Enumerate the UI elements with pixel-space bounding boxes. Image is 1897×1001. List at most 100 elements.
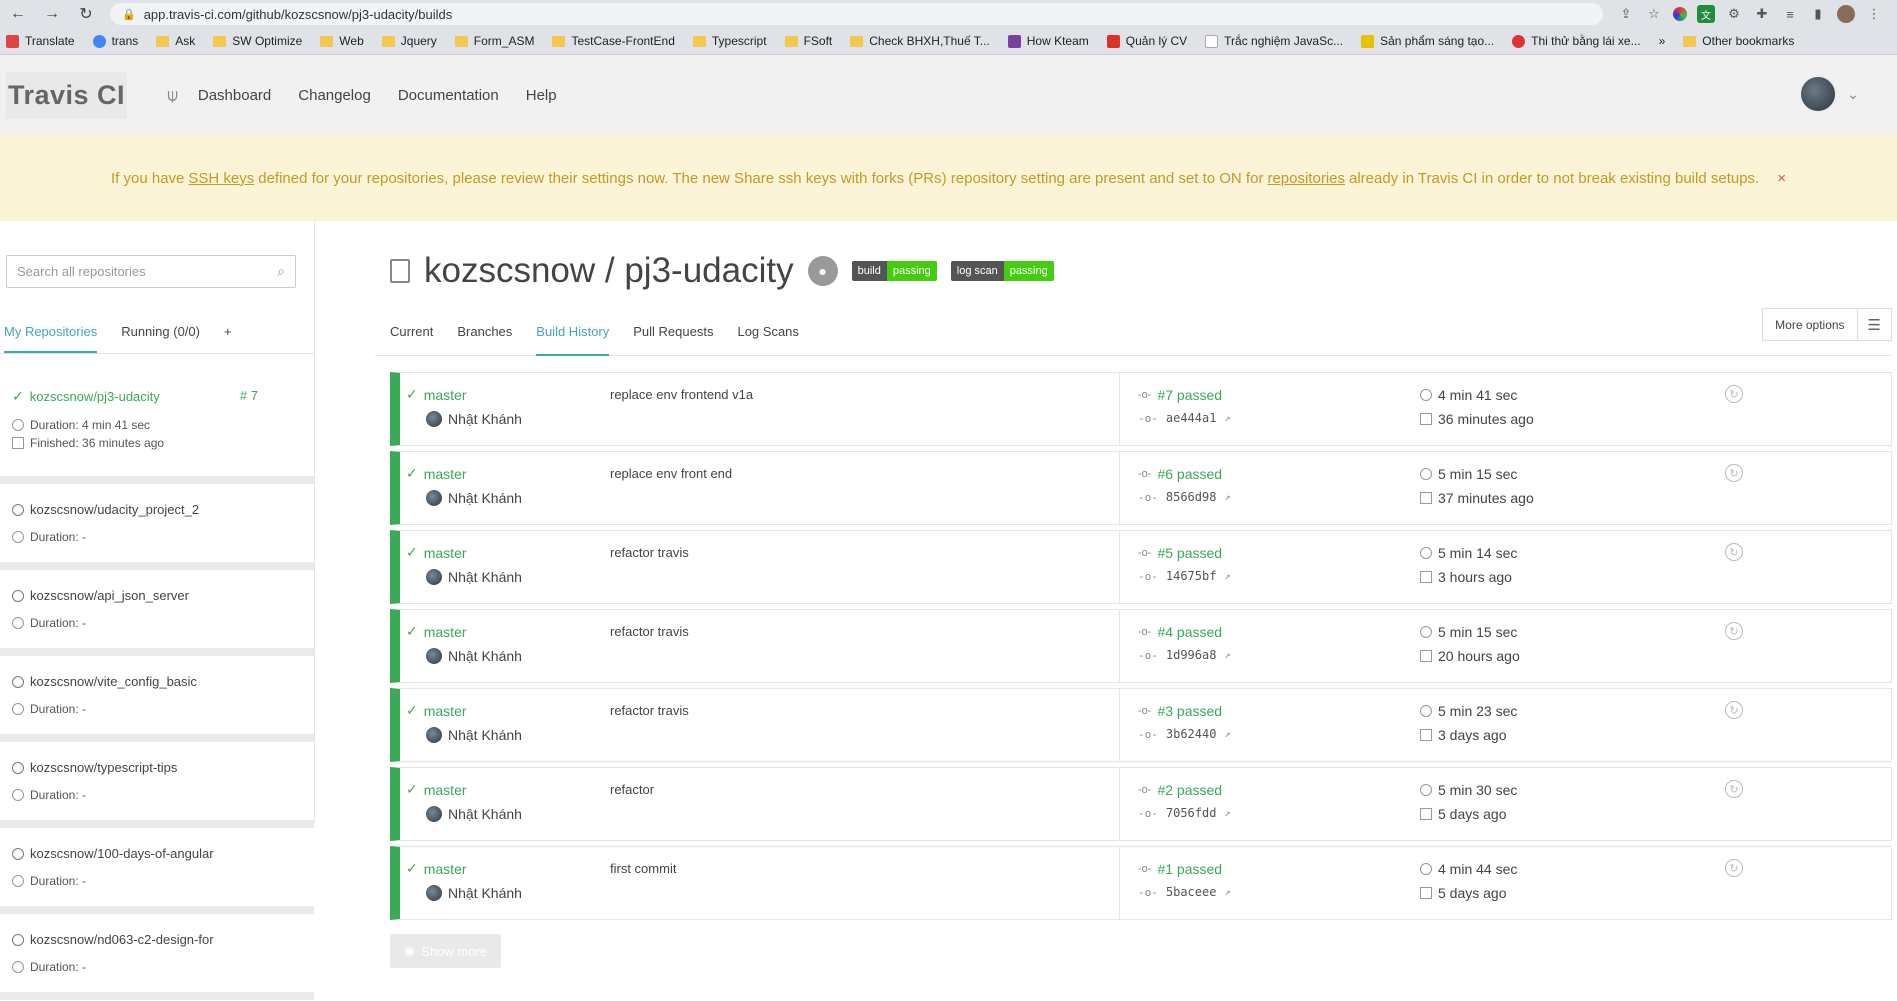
- bookmark[interactable]: Translate: [6, 34, 75, 48]
- sidebar-repo-item[interactable]: kozscsnow/100-days-of-angular Duration: …: [0, 828, 314, 914]
- tab-pull-requests[interactable]: Pull Requests: [633, 324, 713, 355]
- commit-sha[interactable]: 5baceee: [1166, 885, 1217, 899]
- external-link-icon[interactable]: ↗: [1224, 413, 1230, 424]
- puzzle-icon[interactable]: ✚: [1753, 5, 1771, 23]
- tab-current[interactable]: Current: [390, 324, 433, 355]
- branch-name[interactable]: master: [424, 861, 467, 877]
- menu-icon[interactable]: ⋮: [1865, 5, 1883, 23]
- build-row[interactable]: ✓ master Nhật Khánh refactor travis -o- #4…: [390, 609, 1892, 683]
- nav-changelog[interactable]: Changelog: [298, 87, 371, 104]
- bookmark[interactable]: trans: [92, 34, 138, 48]
- commit-sha[interactable]: 7056fdd: [1166, 806, 1217, 820]
- translate-extension-icon[interactable]: 文: [1697, 5, 1715, 23]
- sidebar-repo-item[interactable]: kozscsnow/typescript-tips Duration: -: [0, 742, 314, 828]
- search-input[interactable]: Search all repositories ⌕: [6, 255, 296, 288]
- restart-build-icon[interactable]: ↻: [1725, 701, 1743, 719]
- build-row[interactable]: ✓ master Nhật Khánh refactor travis -o- #5…: [390, 530, 1892, 604]
- sidebar-repo-item[interactable]: kozscsnow/nd063-c2-design-for Duration: …: [0, 914, 314, 1000]
- reload-icon[interactable]: ↻: [76, 4, 96, 24]
- more-options-button[interactable]: More options ☰: [1762, 308, 1892, 341]
- tab-my-repositories[interactable]: My Repositories: [4, 324, 98, 353]
- build-state[interactable]: #6 passed: [1157, 466, 1222, 482]
- show-more-button[interactable]: ◉ Show more: [390, 934, 501, 968]
- extension-color-icon[interactable]: [1673, 7, 1687, 21]
- restart-build-icon[interactable]: ↻: [1725, 780, 1743, 798]
- build-state[interactable]: #5 passed: [1157, 545, 1222, 561]
- external-link-icon[interactable]: ↗: [1224, 887, 1230, 898]
- bookmark[interactable]: Web: [320, 34, 364, 48]
- restart-build-icon[interactable]: ↻: [1725, 859, 1743, 877]
- build-row[interactable]: ✓ master Nhật Khánh first commit -o- #1 pa…: [390, 846, 1892, 920]
- build-row[interactable]: ✓ master Nhật Khánh refactor -o- #2 passed…: [390, 767, 1892, 841]
- sidebar-repo-item[interactable]: kozscsnow/udacity_project_2 Duration: -: [0, 484, 314, 570]
- branch-name[interactable]: master: [424, 703, 467, 719]
- chevron-down-icon[interactable]: ⌄: [1847, 86, 1859, 103]
- bookmark[interactable]: How Kteam: [1007, 34, 1089, 48]
- bookmark[interactable]: Trắc nghiệm JavaSc...: [1205, 34, 1343, 48]
- branch-name[interactable]: master: [424, 545, 467, 561]
- build-state[interactable]: #2 passed: [1157, 782, 1222, 798]
- travis-logo[interactable]: Travis CI: [6, 71, 128, 119]
- build-row[interactable]: ✓ master Nhật Khánh replace env frontend …: [390, 372, 1892, 446]
- build-badge[interactable]: build passing: [851, 261, 937, 281]
- tab-running[interactable]: Running (0/0): [121, 324, 200, 353]
- restart-build-icon[interactable]: ↻: [1725, 385, 1743, 403]
- external-link-icon[interactable]: ↗: [1224, 650, 1230, 661]
- external-link-icon[interactable]: ↗: [1224, 571, 1230, 582]
- address-bar[interactable]: 🔒 app.travis-ci.com/github/kozscsnow/pj3…: [110, 3, 1603, 25]
- reading-list-icon[interactable]: ≡: [1781, 5, 1799, 23]
- bookmark[interactable]: Thi thử bằng lái xe...: [1512, 34, 1641, 48]
- sidebar-repo-item[interactable]: kozscsnow/api_json_server Duration: -: [0, 570, 314, 656]
- branch-name[interactable]: master: [424, 466, 467, 482]
- branch-name[interactable]: master: [424, 387, 467, 403]
- bookmark[interactable]: SW Optimize: [213, 34, 302, 48]
- build-state[interactable]: #7 passed: [1157, 387, 1222, 403]
- external-link-icon[interactable]: ↗: [1224, 729, 1230, 740]
- user-menu[interactable]: ⌄: [1799, 75, 1859, 113]
- sidebar-repo-item[interactable]: ✓ kozscsnow/pj3-udacity # 7 Duration: 4 m…: [0, 354, 314, 484]
- restart-build-icon[interactable]: ↻: [1725, 543, 1743, 561]
- branch-name[interactable]: master: [424, 624, 467, 640]
- external-link-icon[interactable]: ↗: [1224, 808, 1230, 819]
- settings-extension-icon[interactable]: ⚙: [1725, 5, 1743, 23]
- tab-branches[interactable]: Branches: [457, 324, 512, 355]
- bookmark[interactable]: Jquery: [381, 34, 437, 48]
- broadcast-icon[interactable]: ⍦: [167, 85, 178, 106]
- bookmark[interactable]: FSoft: [784, 34, 832, 48]
- bookmark[interactable]: Typescript: [692, 34, 767, 48]
- commit-sha[interactable]: 3b62440: [1166, 727, 1217, 741]
- external-link-icon[interactable]: ↗: [1224, 492, 1230, 503]
- sidebar-repo-item[interactable]: kozscsnow/vite_config_basic Duration: -: [0, 656, 314, 742]
- side-panel-icon[interactable]: ▮: [1809, 5, 1827, 23]
- profile-icon[interactable]: [1837, 5, 1855, 23]
- share-icon[interactable]: ⇪: [1617, 5, 1635, 23]
- tab-build-history[interactable]: Build History: [536, 324, 610, 356]
- build-state[interactable]: #1 passed: [1157, 861, 1222, 877]
- star-icon[interactable]: ☆: [1645, 5, 1663, 23]
- bookmark[interactable]: Quản lý CV: [1106, 34, 1187, 48]
- build-row[interactable]: ✓ master Nhật Khánh replace env front end…: [390, 451, 1892, 525]
- nav-documentation[interactable]: Documentation: [398, 87, 499, 104]
- branch-name[interactable]: master: [424, 782, 467, 798]
- bookmark[interactable]: Form_ASM: [454, 34, 534, 48]
- ssh-keys-link[interactable]: SSH keys: [188, 170, 254, 187]
- avatar[interactable]: [1799, 75, 1838, 113]
- restart-build-icon[interactable]: ↻: [1725, 622, 1743, 640]
- bookmark[interactable]: Sản phẩm sáng tạo...: [1361, 34, 1494, 48]
- build-number[interactable]: # 7: [240, 388, 258, 403]
- build-state[interactable]: #3 passed: [1157, 703, 1222, 719]
- commit-sha[interactable]: 14675bf: [1166, 569, 1217, 583]
- nav-help[interactable]: Help: [526, 87, 557, 104]
- repositories-link[interactable]: repositories: [1267, 170, 1345, 187]
- close-icon[interactable]: ×: [1777, 170, 1786, 187]
- commit-sha[interactable]: 1d996a8: [1166, 648, 1217, 662]
- bookmark[interactable]: Check BHXH,Thuế T...: [850, 34, 990, 48]
- forward-icon[interactable]: →: [42, 4, 62, 24]
- restart-build-icon[interactable]: ↻: [1725, 464, 1743, 482]
- nav-dashboard[interactable]: Dashboard: [198, 87, 271, 104]
- more-bookmarks-button[interactable]: »: [1659, 34, 1666, 48]
- build-state[interactable]: #4 passed: [1157, 624, 1222, 640]
- commit-sha[interactable]: 8566d98: [1166, 490, 1217, 504]
- bookmark[interactable]: Other bookmarks: [1683, 34, 1794, 48]
- add-repository-button[interactable]: +: [224, 324, 232, 353]
